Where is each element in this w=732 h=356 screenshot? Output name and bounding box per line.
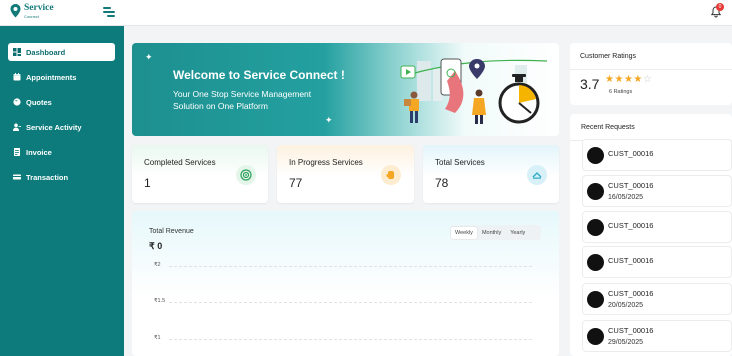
avatar	[587, 254, 604, 271]
stat-label: Total Services	[435, 158, 485, 167]
star-icon: ★	[614, 74, 624, 85]
revenue-period-tabs: Weekly Monthly Yearly	[450, 225, 541, 240]
request-customer: CUST_00016	[608, 326, 654, 335]
request-date: 16/05/2025	[608, 194, 644, 201]
revenue-panel: Total Revenue ₹ 0 Weekly Monthly Yearly …	[132, 211, 559, 356]
request-date: 20/05/2025	[608, 302, 644, 309]
stat-value: 78	[435, 176, 449, 190]
divider	[570, 69, 732, 70]
request-customer: CUST_00016	[608, 181, 654, 190]
target-icon	[236, 165, 256, 185]
top-bar: Service Connect 0	[0, 0, 732, 26]
quote-icon: "	[13, 98, 21, 106]
recent-requests-title: Recent Requests	[581, 124, 635, 131]
sidebar-item-label: Transaction	[26, 172, 69, 182]
avatar	[587, 219, 604, 236]
request-customer: CUST_00016	[608, 289, 654, 298]
request-customer: CUST_00016	[608, 256, 654, 265]
stat-label: Completed Services	[144, 158, 216, 167]
transaction-icon	[13, 174, 21, 180]
customer-ratings-card: Customer Ratings 3.7 ★★★★☆ 6 Ratings	[570, 43, 732, 105]
sparkle-icon: ✦	[325, 115, 333, 125]
avatar	[587, 291, 604, 308]
revenue-title: Total Revenue	[149, 228, 194, 235]
avatar	[587, 183, 604, 200]
brand-name: Service	[24, 3, 54, 13]
stat-card-total: Total Services 78	[423, 145, 559, 203]
welcome-subtitle: Your One Stop Service Management Solutio…	[173, 89, 312, 111]
request-customer: CUST_00016	[608, 149, 654, 158]
y-tick-label: ₹2	[154, 262, 161, 268]
tab-monthly[interactable]: Monthly	[478, 227, 505, 239]
sidebar-item-label: Dashboard	[26, 47, 66, 57]
stat-value: 1	[144, 176, 151, 190]
hand-icon	[381, 165, 401, 185]
location-pin-icon	[10, 4, 21, 18]
sidebar-item-invoice[interactable]: Invoice	[8, 143, 115, 161]
sidebar-item-transaction[interactable]: Transaction	[8, 168, 115, 186]
request-item[interactable]: CUST_00016	[582, 246, 732, 278]
request-customer: CUST_00016	[608, 221, 654, 230]
invoice-icon	[14, 148, 20, 156]
avatar	[587, 147, 604, 164]
request-item[interactable]: CUST_00016 16/05/2025	[582, 175, 732, 207]
dashboard-icon	[13, 48, 21, 56]
ratings-title: Customer Ratings	[580, 53, 637, 60]
notification-badge: 0	[716, 3, 724, 11]
star-icon: ★	[623, 74, 634, 85]
service-illustration	[400, 58, 548, 124]
menu-toggle-icon[interactable]	[103, 7, 115, 17]
star-rating: ★★★★☆	[605, 74, 652, 85]
star-icon: ☆	[642, 74, 653, 85]
stat-label: In Progress Services	[289, 158, 363, 167]
request-item[interactable]: CUST_00016 20/05/2025	[582, 283, 732, 315]
sidebar: Dashboard Appointments " Quotes Service …	[0, 26, 124, 356]
sidebar-item-quotes[interactable]: " Quotes	[8, 93, 115, 111]
tab-weekly[interactable]: Weekly	[451, 226, 477, 239]
gridline	[169, 339, 532, 340]
sidebar-item-label: Quotes	[26, 97, 52, 107]
sparkle-icon: ✦	[145, 52, 153, 62]
recent-requests-card: Recent Requests CUST_00016 CUST_00016 16…	[570, 114, 732, 356]
sidebar-item-appointments[interactable]: Appointments	[8, 68, 115, 86]
gridline	[169, 266, 532, 267]
ratings-count: 6 Ratings	[609, 89, 633, 95]
sidebar-item-label: Appointments	[26, 72, 77, 82]
y-tick-label: ₹1	[154, 335, 161, 341]
sidebar-item-dashboard[interactable]: Dashboard	[8, 43, 115, 61]
welcome-banner: ✦ ✦ Welcome to Service Connect ! Your On…	[132, 43, 559, 136]
tab-yearly[interactable]: Yearly	[506, 227, 529, 239]
request-date: 29/05/2025	[608, 339, 644, 346]
request-item[interactable]: CUST_00016	[582, 211, 732, 243]
sidebar-item-service-activity[interactable]: Service Activity	[8, 118, 115, 136]
service-icon	[527, 165, 547, 185]
gridline	[169, 302, 532, 303]
revenue-value: ₹ 0	[149, 241, 163, 251]
stat-card-in-progress: In Progress Services 77	[277, 145, 414, 203]
user-activity-icon	[13, 123, 21, 131]
request-item[interactable]: CUST_00016	[582, 139, 732, 171]
welcome-title: Welcome to Service Connect !	[173, 68, 345, 82]
request-item[interactable]: CUST_00016 29/05/2025	[582, 320, 732, 352]
stat-card-completed: Completed Services 1	[132, 145, 268, 203]
logo[interactable]: Service Connect	[10, 3, 54, 19]
brand-tagline: Connect	[24, 13, 39, 19]
avatar	[587, 328, 604, 345]
rating-value: 3.7	[580, 76, 600, 92]
star-icon: ★	[633, 74, 643, 85]
y-tick-label: ₹1.5	[154, 298, 166, 304]
sidebar-item-label: Invoice	[26, 147, 52, 157]
calendar-icon	[13, 73, 21, 81]
sidebar-item-label: Service Activity	[26, 122, 82, 132]
stat-value: 77	[289, 176, 303, 190]
